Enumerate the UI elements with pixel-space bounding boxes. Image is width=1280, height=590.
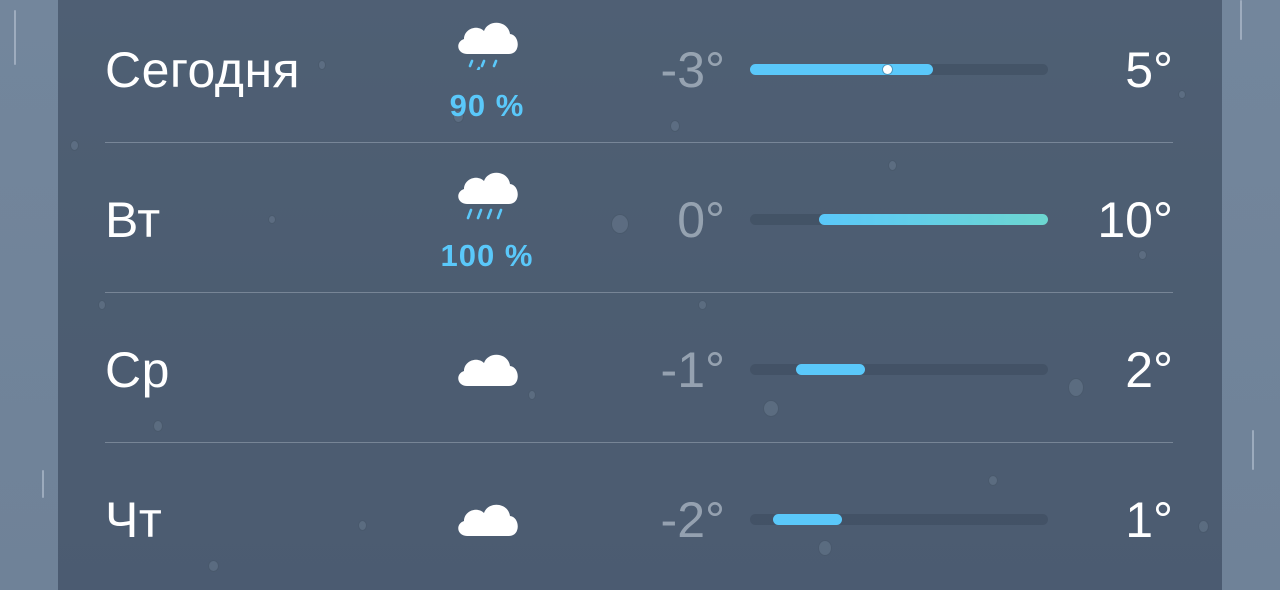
- day-label: Вт: [105, 192, 161, 248]
- row-divider: [105, 292, 1173, 293]
- high-temperature: 10°: [1097, 192, 1173, 248]
- temperature-range-fill: [750, 64, 934, 75]
- row-divider: [105, 442, 1173, 443]
- high-temperature: 5°: [1125, 42, 1173, 98]
- temperature-range-bar: [750, 214, 1048, 225]
- cloud-icon: [431, 300, 543, 440]
- forecast-row[interactable]: Вт 100 % 0° 10°: [105, 150, 1173, 300]
- low-temperature: 0°: [677, 192, 725, 248]
- high-temperature: 2°: [1125, 342, 1173, 398]
- forecast-row[interactable]: Сегодня 90 % -3° 5°: [105, 0, 1173, 150]
- temperature-range-bar: [750, 64, 1048, 75]
- temperature-range-bar: [750, 364, 1048, 375]
- temperature-range-fill: [818, 214, 1048, 225]
- temperature-range-bar: [750, 514, 1048, 525]
- cloud-drizzle-icon: 90 %: [431, 0, 543, 140]
- cloud-rain-icon: 100 %: [431, 150, 543, 290]
- current-temperature-indicator: [883, 65, 893, 74]
- low-temperature: -2°: [660, 492, 725, 548]
- forecast-row[interactable]: Чт -2° 1°: [105, 450, 1173, 590]
- background-left-edge: [0, 0, 58, 590]
- row-divider: [105, 142, 1173, 143]
- temperature-range-fill: [795, 364, 865, 375]
- cloud-icon: [431, 450, 543, 590]
- high-temperature: 1°: [1125, 492, 1173, 548]
- background-right-edge: [1222, 0, 1280, 590]
- precipitation-chance: 90 %: [449, 88, 525, 123]
- temperature-range-fill: [772, 514, 842, 525]
- day-label: Сегодня: [105, 42, 301, 98]
- day-label: Ср: [105, 342, 170, 398]
- precipitation-chance: 100 %: [440, 238, 534, 273]
- day-label: Чт: [105, 492, 163, 548]
- low-temperature: -3°: [660, 42, 725, 98]
- forecast-row[interactable]: Ср -1° 2°: [105, 300, 1173, 450]
- low-temperature: -1°: [660, 342, 725, 398]
